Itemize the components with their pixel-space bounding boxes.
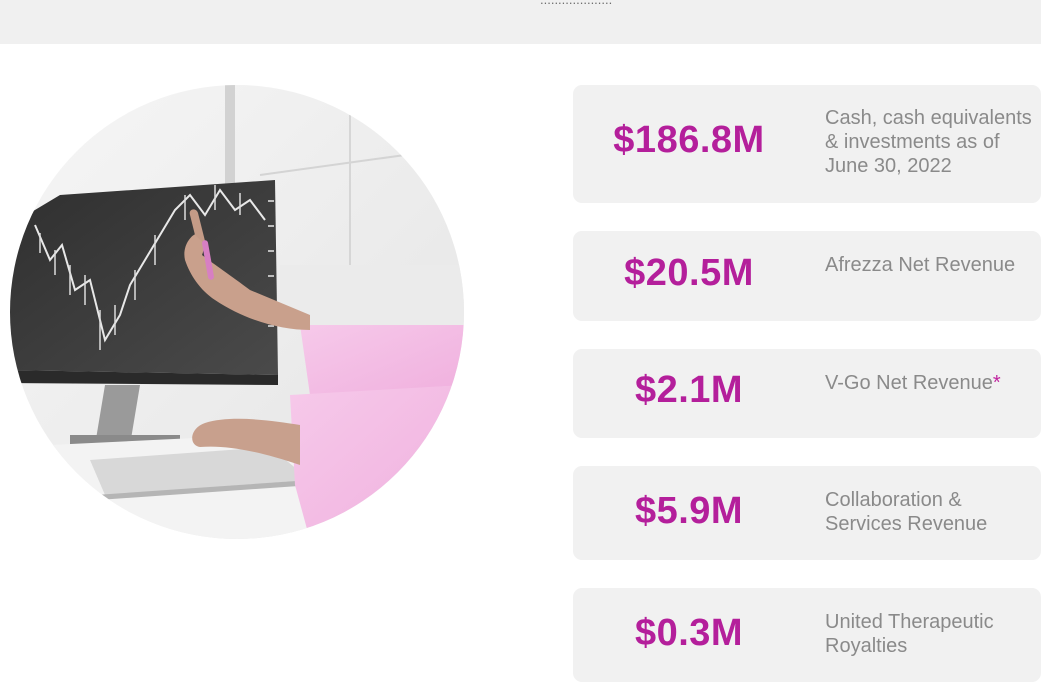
stat-card-royalties: $0.3M United Therapeutic Royalties <box>573 588 1041 682</box>
stat-label: United Therapeutic Royalties <box>825 611 994 657</box>
trader-monitor-photo <box>10 85 464 539</box>
stat-label: Afrezza Net Revenue <box>825 254 1016 276</box>
stat-value: $20.5M <box>624 252 754 294</box>
stat-value: $5.9M <box>634 490 744 532</box>
stat-label: V-Go Net Revenue* <box>825 372 1001 394</box>
stat-value: $0.3M <box>634 612 744 654</box>
footnote-star: * <box>992 372 1001 394</box>
stat-card-afrezza: $20.5M Afrezza Net Revenue <box>573 231 1041 321</box>
stat-card-cash: $186.8M Cash, cash equivalents & investm… <box>573 85 1041 203</box>
stat-label: Collaboration & Services Revenue <box>825 489 988 535</box>
stat-label: Cash, cash equivalents & investments as … <box>825 107 1032 177</box>
stat-value: $2.1M <box>634 369 744 411</box>
stats-panel: $186.8M Cash, cash equivalents & investm… <box>573 0 1041 692</box>
stat-value: $186.8M <box>613 119 765 161</box>
stat-card-vgo: $2.1M V-Go Net Revenue* <box>573 349 1041 438</box>
stat-card-collaboration: $5.9M Collaboration & Services Revenue <box>573 466 1041 560</box>
